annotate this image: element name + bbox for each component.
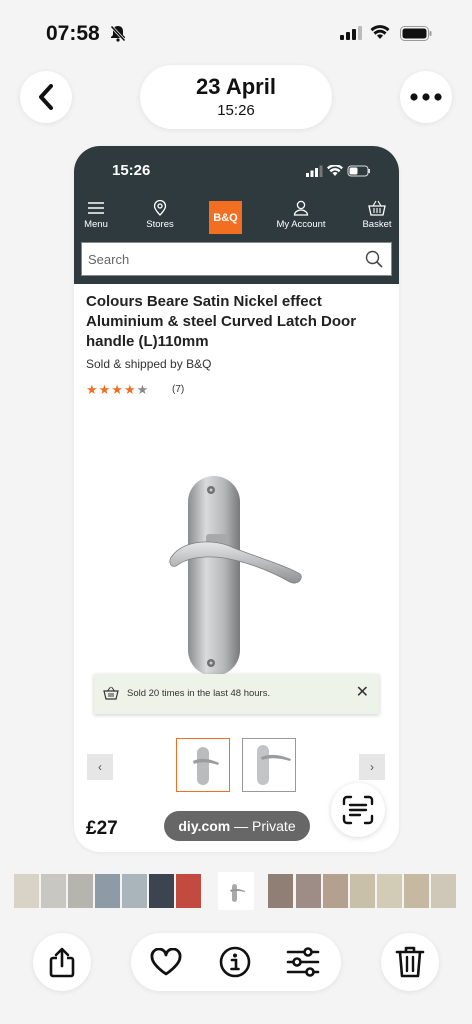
photo-thumbnail[interactable] (350, 874, 375, 908)
user-icon (293, 200, 309, 216)
battery-icon (400, 26, 432, 46)
photo-thumbnail[interactable] (431, 874, 456, 908)
nav-basket-label: Basket (362, 219, 392, 230)
inner-status-icons (306, 164, 372, 182)
basket-icon (368, 200, 386, 216)
photo-thumbnail[interactable] (122, 874, 147, 908)
edit-button[interactable] (286, 945, 320, 979)
safari-url-pill[interactable]: diy.com — Private (164, 811, 310, 841)
bq-header: 15:26 Menu Stores My Account Basket B&Q (74, 146, 399, 284)
rating-stars[interactable]: ★★★★★ (86, 382, 149, 398)
url-domain: diy.com (178, 818, 231, 834)
search-input[interactable]: Search (81, 242, 392, 276)
menu-icon (88, 202, 104, 214)
nav-stores[interactable]: Stores (130, 200, 190, 230)
gallery-next-button[interactable]: › (359, 754, 385, 780)
current-photo-thumbnail[interactable] (218, 872, 254, 910)
live-text-button[interactable] (331, 783, 385, 837)
stars-empty: ★ (136, 382, 150, 397)
delete-button[interactable] (381, 933, 439, 991)
url-mode: Private (252, 818, 296, 834)
nav-account[interactable]: My Account (271, 200, 331, 230)
nav-menu-label: Menu (84, 219, 108, 230)
product-price: £27 (86, 818, 118, 839)
favorite-button[interactable] (149, 945, 183, 979)
nav-basket[interactable]: Basket (347, 200, 399, 230)
photo-date: 23 April (196, 74, 276, 99)
screenshot-card[interactable]: 15:26 Menu Stores My Account Basket B&Q (74, 146, 399, 852)
photo-actions-group (131, 933, 341, 991)
photo-thumbnail[interactable] (323, 874, 348, 908)
nav-account-label: My Account (276, 219, 326, 230)
share-button[interactable] (33, 933, 91, 991)
close-icon[interactable]: ✕ (356, 682, 369, 702)
nav-menu[interactable]: Menu (74, 200, 126, 230)
bq-logo[interactable]: B&Q (209, 201, 242, 234)
photo-thumbnail[interactable] (14, 874, 39, 908)
more-button[interactable] (400, 71, 452, 123)
photo-thumbnail[interactable] (404, 874, 429, 908)
photo-thumbnail[interactable] (176, 874, 201, 908)
live-text-icon (342, 795, 374, 825)
photo-thumbnail[interactable] (41, 874, 66, 908)
review-count[interactable]: (7) (172, 384, 184, 395)
photo-thumbnail[interactable] (149, 874, 174, 908)
basket-icon (103, 686, 119, 700)
photo-thumbnail[interactable] (68, 874, 93, 908)
sold-notice: Sold 20 times in the last 48 hours. ✕ (94, 674, 379, 714)
search-icon (365, 250, 383, 268)
inner-status-time: 15:26 (112, 162, 151, 179)
more-icon (410, 93, 442, 101)
chevron-left-icon (39, 84, 53, 110)
photo-thumbnail[interactable] (377, 874, 402, 908)
sold-notice-text: Sold 20 times in the last 48 hours. (127, 688, 271, 699)
product-title: Colours Beare Satin Nickel effect Alumin… (86, 293, 357, 350)
info-button[interactable] (218, 945, 252, 979)
photo-thumbnail[interactable] (95, 874, 120, 908)
photo-thumbnail[interactable] (296, 874, 321, 908)
gallery-thumbnail[interactable] (176, 738, 230, 792)
photo-date-pill: 23 April 15:26 (140, 65, 332, 129)
wifi-icon (370, 24, 390, 45)
trash-icon (395, 946, 425, 978)
photo-thumbnail-strip[interactable] (0, 872, 472, 910)
location-pin-icon (153, 200, 167, 216)
heart-icon (150, 948, 182, 976)
info-icon (219, 946, 251, 978)
product-image[interactable] (164, 466, 304, 686)
stars-filled: ★★★★ (86, 382, 137, 397)
search-placeholder: Search (88, 252, 130, 267)
gallery-thumbnail[interactable] (242, 738, 296, 792)
status-time: 07:58 (46, 22, 100, 45)
share-icon (49, 947, 75, 978)
adjust-icon (286, 947, 320, 977)
url-separator: — (230, 818, 253, 834)
product-seller: Sold & shipped by B&Q (86, 357, 212, 371)
photo-time: 15:26 (217, 102, 255, 119)
cell-signal-icon (340, 26, 362, 45)
gallery-prev-button[interactable]: ‹ (87, 754, 113, 780)
photo-thumbnail[interactable] (268, 874, 293, 908)
back-button[interactable] (20, 71, 72, 123)
silent-bell-icon (109, 24, 127, 47)
status-bar: 07:58 (0, 0, 472, 66)
nav-stores-label: Stores (146, 219, 174, 230)
